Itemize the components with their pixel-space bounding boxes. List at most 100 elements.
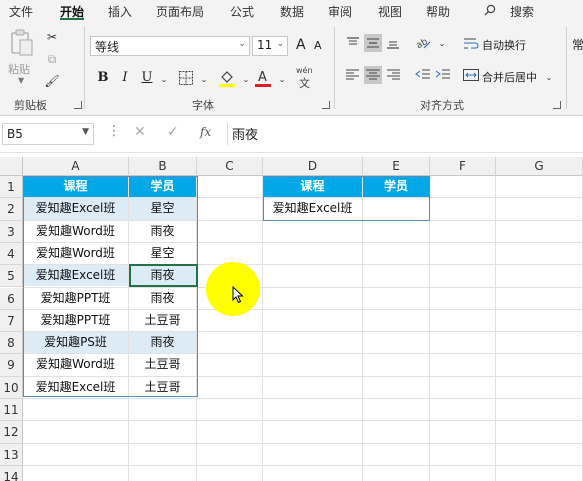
column-header-d[interactable]: D — [263, 157, 363, 176]
row-header-3[interactable]: 3 — [0, 220, 23, 243]
format-painter-icon[interactable]: 🖌 — [44, 73, 60, 89]
table1-cell[interactable]: 土豆哥 — [129, 377, 196, 398]
orientation-dropdown-icon[interactable]: ⌄ — [434, 35, 450, 51]
table1-cell[interactable]: 雨夜 — [129, 221, 196, 242]
tab-help[interactable]: 帮助 — [426, 3, 450, 20]
table1-cell[interactable]: 爱知趣Excel班 — [23, 265, 128, 287]
font-launcher-icon[interactable] — [322, 101, 330, 109]
merge-center-button[interactable]: 合并后居中 — [482, 69, 537, 85]
decrease-indent-icon[interactable] — [414, 66, 432, 84]
column-header-a[interactable]: A — [23, 157, 129, 176]
paste-icon[interactable] — [10, 29, 34, 57]
grow-font-button[interactable]: A — [296, 37, 306, 53]
select-all-corner[interactable] — [0, 157, 23, 176]
paste-dropdown-icon[interactable]: ▼ — [18, 76, 24, 85]
clipboard-launcher-icon[interactable] — [74, 101, 82, 109]
shrink-font-button[interactable]: A — [314, 39, 322, 52]
alignment-launcher-icon[interactable] — [553, 101, 561, 109]
search-label[interactable]: 搜索 — [510, 3, 534, 20]
wrap-text-button[interactable]: 自动换行 — [482, 37, 526, 53]
column-header-e[interactable]: E — [363, 157, 430, 176]
row-header-8[interactable]: 8 — [0, 332, 23, 355]
number-format-select[interactable]: 常 — [572, 36, 583, 53]
align-right-icon[interactable] — [384, 66, 402, 84]
tab-insert[interactable]: 插入 — [108, 3, 132, 20]
merge-dropdown-icon[interactable]: ⌄ — [541, 69, 557, 85]
table1-cell[interactable]: 爱知趣Word班 — [23, 354, 128, 375]
bottom-align-icon[interactable] — [384, 34, 402, 52]
tab-page-layout[interactable]: 页面布局 — [156, 3, 204, 20]
table1-cell[interactable]: 爱知趣Word班 — [23, 221, 128, 242]
row-header-4[interactable]: 4 — [0, 242, 23, 266]
pinyin-icon[interactable]: wén — [296, 66, 313, 75]
table1-cell[interactable]: 爱知趣PPT班 — [23, 310, 128, 331]
row-header-11[interactable]: 11 — [0, 399, 23, 422]
tab-data[interactable]: 数据 — [280, 3, 304, 20]
underline-dropdown-icon[interactable]: ⌄ — [156, 71, 172, 87]
row-header-7[interactable]: 7 — [0, 309, 23, 333]
font-size-select[interactable]: 11 ⌄ — [252, 36, 288, 56]
cancel-icon[interactable]: ✕ — [134, 124, 146, 140]
row-header-1[interactable]: 1 — [0, 176, 23, 199]
cut-icon[interactable]: ✂ — [44, 29, 60, 45]
borders-icon[interactable] — [178, 70, 194, 86]
align-center-icon[interactable] — [364, 66, 382, 84]
borders-dropdown-icon[interactable]: ⌄ — [196, 71, 212, 87]
row-header-14[interactable]: 14 — [0, 465, 23, 481]
tab-review[interactable]: 审阅 — [328, 3, 352, 20]
table1-header-cell[interactable]: 课程 — [23, 176, 128, 198]
font-color-dropdown-icon[interactable]: ⌄ — [274, 71, 290, 87]
column-header-b[interactable]: B — [129, 157, 197, 176]
row-header-12[interactable]: 12 — [0, 421, 23, 444]
formula-input[interactable]: 雨夜 — [232, 124, 258, 143]
row-header-9[interactable]: 9 — [0, 354, 23, 377]
table1-cell[interactable]: 爱知趣PS班 — [23, 332, 128, 354]
bold-button[interactable]: B — [94, 69, 112, 87]
row-header-2[interactable]: 2 — [0, 198, 23, 221]
table2-header-cell[interactable]: 学员 — [363, 176, 429, 198]
row-header-10[interactable]: 10 — [0, 376, 23, 399]
row-header-13[interactable]: 13 — [0, 443, 23, 466]
worksheet-grid[interactable]: ABCDEFG 1 2 3 4 5 6 7 8 9 10 11 12 13 14 课程 学员 爱知趣Excel… — [0, 157, 583, 481]
table1-cell[interactable]: 星空 — [129, 198, 196, 220]
table1-cell[interactable]: 雨夜 — [129, 288, 196, 309]
row-header-5[interactable]: 5 — [0, 265, 23, 288]
italic-button[interactable]: I — [116, 69, 134, 87]
search-icon[interactable] — [484, 4, 496, 16]
paste-label[interactable]: 粘贴 — [8, 61, 30, 77]
top-align-icon[interactable] — [344, 34, 362, 52]
table1-cell[interactable]: 爱知趣Excel班 — [23, 198, 128, 220]
table1-cell[interactable]: 雨夜 — [129, 265, 196, 287]
orientation-icon[interactable]: ab — [414, 34, 432, 52]
table1-cell[interactable]: 星空 — [129, 243, 196, 264]
row-header-6[interactable]: 6 — [0, 287, 23, 310]
table1-cell[interactable]: 土豆哥 — [129, 354, 196, 375]
underline-button[interactable]: U — [138, 69, 156, 87]
table2-cell[interactable] — [363, 198, 429, 219]
copy-icon[interactable]: ⧉ — [44, 51, 60, 67]
column-header-g[interactable]: G — [496, 157, 583, 176]
tab-view[interactable]: 视图 — [378, 3, 402, 20]
tab-formulas[interactable]: 公式 — [230, 3, 254, 20]
increase-indent-icon[interactable] — [434, 66, 452, 84]
column-header-f[interactable]: F — [430, 157, 496, 176]
name-box[interactable]: B5 ▼ — [2, 123, 94, 145]
align-left-icon[interactable] — [344, 66, 362, 84]
fill-color-icon[interactable] — [218, 68, 236, 88]
table1-cell[interactable]: 土豆哥 — [129, 310, 196, 331]
table1-cell[interactable]: 爱知趣Excel班 — [23, 377, 128, 398]
font-color-icon[interactable]: A — [254, 68, 272, 88]
table2-header-cell[interactable]: 课程 — [263, 176, 362, 198]
tab-file[interactable]: 文件 — [9, 3, 33, 20]
resize-handle-icon[interactable]: ⋮ — [107, 123, 121, 139]
wrap-text-icon[interactable] — [462, 34, 480, 52]
table1-cell[interactable]: 爱知趣Word班 — [23, 243, 128, 264]
font-name-select[interactable]: 等线 ⌄ — [90, 36, 250, 56]
merge-center-icon[interactable] — [462, 66, 480, 84]
fill-color-dropdown-icon[interactable]: ⌄ — [238, 71, 254, 87]
column-header-c[interactable]: C — [197, 157, 263, 176]
table1-cell[interactable]: 爱知趣PPT班 — [23, 288, 128, 309]
insert-function-icon[interactable]: fx — [200, 125, 211, 139]
enter-icon[interactable]: ✓ — [167, 124, 179, 140]
table1-header-cell[interactable]: 学员 — [129, 176, 196, 198]
